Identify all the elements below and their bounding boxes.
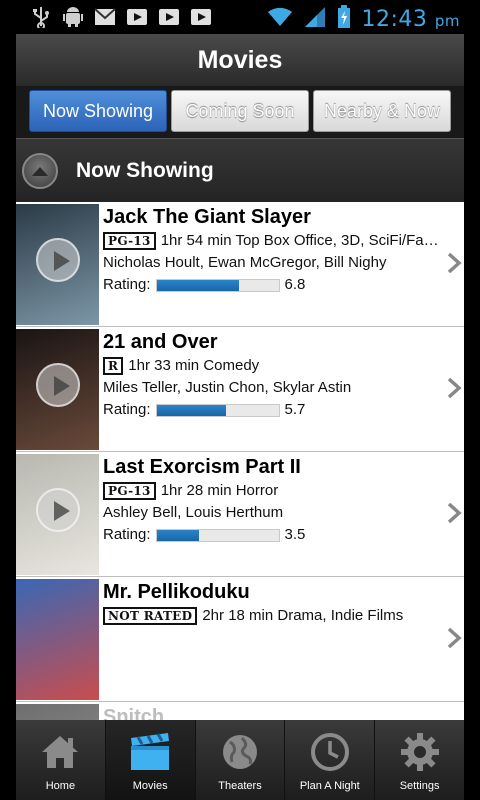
movie-list[interactable]: Jack The Giant Slayer PG-13 1hr 54 min To… bbox=[16, 202, 464, 720]
movie-rating: Rating: 6.8 bbox=[103, 274, 443, 296]
mpaa-rating-badge: PG-13 bbox=[103, 232, 156, 250]
nav-settings[interactable]: Settings bbox=[375, 720, 464, 800]
nav-home[interactable]: Home bbox=[16, 720, 106, 800]
movie-details: PG-13 1hr 28 min Horror bbox=[103, 480, 443, 502]
status-bar: 12:43 pm bbox=[0, 0, 480, 34]
movie-row[interactable]: Last Exorcism Part II PG-13 1hr 28 min Ho… bbox=[16, 452, 464, 577]
movie-runtime-genre: 1hr 28 min Horror bbox=[160, 482, 279, 499]
nav-label: Movies bbox=[132, 780, 168, 792]
tab-label: Now Showing bbox=[42, 100, 154, 121]
mpaa-rating-badge: R bbox=[103, 357, 124, 375]
clapperboard-icon bbox=[131, 733, 170, 770]
nav-plan-a-night[interactable]: Plan A Night bbox=[285, 720, 376, 800]
home-icon bbox=[42, 736, 79, 768]
movie-details: R 1hr 33 min Comedy bbox=[103, 355, 443, 377]
movie-poster[interactable] bbox=[16, 454, 99, 575]
battery-charging-icon bbox=[337, 5, 351, 34]
movie-title: Snitch bbox=[103, 706, 165, 720]
nav-label: Plan A Night bbox=[299, 780, 360, 792]
movie-title: Jack The Giant Slayer bbox=[103, 206, 311, 228]
movie-cast: Nicholas Hoult, Ewan McGregor, Bill Nigh… bbox=[103, 254, 387, 271]
rating-bar-fill bbox=[156, 279, 240, 291]
rating-label: Rating: bbox=[103, 526, 151, 543]
gmail-icon bbox=[94, 6, 116, 28]
movie-details: NOT RATED 2hr 18 min Drama, Indie Films bbox=[103, 605, 443, 627]
rating-bar-fill bbox=[156, 529, 200, 541]
play-trailer-icon[interactable] bbox=[36, 238, 80, 282]
section-title: Now Showing bbox=[76, 158, 214, 182]
system-status: 12:43 pm bbox=[267, 5, 460, 34]
android-debug-icon bbox=[62, 6, 84, 28]
movie-rating: Rating: 3.5 bbox=[103, 524, 443, 546]
movie-cast: Miles Teller, Justin Chon, Skylar Astin bbox=[103, 379, 352, 396]
movie-row[interactable]: Snitch bbox=[16, 702, 464, 720]
usb-icon bbox=[30, 6, 52, 28]
clock: 12:43 pm bbox=[361, 7, 460, 32]
nav-label: Home bbox=[45, 780, 76, 792]
mpaa-rating-badge: NOT RATED bbox=[103, 607, 198, 625]
nav-movies[interactable]: Movies bbox=[105, 720, 196, 800]
movie-runtime-genre: 1hr 54 min Top Box Office, 3D, SciFi/Fan… bbox=[160, 232, 443, 249]
signal-icon bbox=[303, 5, 327, 34]
movie-rating: Rating: 5.7 bbox=[103, 399, 443, 421]
youtube-icon bbox=[126, 6, 148, 28]
section-header[interactable]: Now Showing bbox=[16, 138, 464, 202]
play-trailer-icon[interactable] bbox=[36, 488, 80, 532]
movie-runtime-genre: 2hr 18 min Drama, Indie Films bbox=[202, 607, 404, 624]
tab-nearby-and-now[interactable]: Nearby & Now bbox=[313, 90, 451, 132]
page-title: Movies bbox=[197, 45, 283, 74]
movie-title: Mr. Pellikoduku bbox=[103, 581, 250, 603]
movie-details: PG-13 1hr 54 min Top Box Office, 3D, SciF… bbox=[103, 230, 443, 252]
movie-row[interactable]: 21 and Over R 1hr 33 min Comedy Miles Tel… bbox=[16, 327, 464, 452]
collapse-button[interactable] bbox=[22, 152, 58, 189]
chevron-right-icon[interactable] bbox=[446, 627, 462, 649]
rating-value: 5.7 bbox=[284, 401, 306, 418]
nav-label: Settings bbox=[399, 780, 440, 792]
tab-label: Coming Soon bbox=[185, 100, 295, 121]
movie-poster[interactable] bbox=[16, 704, 99, 720]
notification-icons bbox=[30, 6, 212, 28]
mpaa-rating-badge: PG-13 bbox=[103, 482, 156, 500]
nav-theaters[interactable]: Theaters bbox=[196, 720, 286, 800]
rating-value: 3.5 bbox=[284, 526, 306, 543]
play-trailer-icon[interactable] bbox=[36, 363, 80, 407]
rating-bar bbox=[155, 528, 280, 542]
clock-icon bbox=[310, 733, 349, 771]
globe-icon bbox=[222, 735, 257, 769]
app-header: Movies bbox=[16, 34, 464, 86]
wifi-icon bbox=[267, 6, 293, 33]
rating-bar-fill bbox=[156, 404, 227, 416]
chevron-right-icon[interactable] bbox=[446, 502, 462, 524]
tab-now-showing[interactable]: Now Showing bbox=[29, 90, 167, 132]
movie-poster[interactable] bbox=[16, 204, 99, 325]
bottom-nav: Home Movies Theaters Plan A Night Settin… bbox=[16, 720, 464, 800]
chevron-right-icon[interactable] bbox=[446, 252, 462, 274]
tab-label: Nearby & Now bbox=[323, 100, 441, 121]
movie-title: 21 and Over bbox=[103, 331, 218, 353]
tab-bar: Now Showing Coming Soon Nearby & Now bbox=[16, 86, 464, 138]
tab-coming-soon[interactable]: Coming Soon bbox=[171, 90, 309, 132]
chevron-up-icon bbox=[32, 166, 48, 176]
rating-bar bbox=[155, 403, 280, 417]
movie-runtime-genre: 1hr 33 min Comedy bbox=[128, 357, 260, 374]
chevron-right-icon[interactable] bbox=[446, 377, 462, 399]
youtube-icon bbox=[190, 6, 212, 28]
gear-icon bbox=[400, 733, 439, 771]
nav-label: Theaters bbox=[218, 780, 262, 792]
movie-poster[interactable] bbox=[16, 329, 99, 450]
rating-value: 6.8 bbox=[284, 276, 306, 293]
rating-label: Rating: bbox=[103, 401, 151, 418]
youtube-icon bbox=[158, 6, 180, 28]
movie-title: Last Exorcism Part II bbox=[103, 456, 301, 478]
rating-label: Rating: bbox=[103, 276, 151, 293]
movie-poster[interactable] bbox=[16, 579, 99, 700]
movie-row[interactable]: Mr. Pellikoduku NOT RATED 2hr 18 min Dram… bbox=[16, 577, 464, 702]
movie-row[interactable]: Jack The Giant Slayer PG-13 1hr 54 min To… bbox=[16, 202, 464, 327]
movie-cast: Ashley Bell, Louis Herthum bbox=[103, 504, 284, 521]
rating-bar bbox=[155, 278, 280, 292]
